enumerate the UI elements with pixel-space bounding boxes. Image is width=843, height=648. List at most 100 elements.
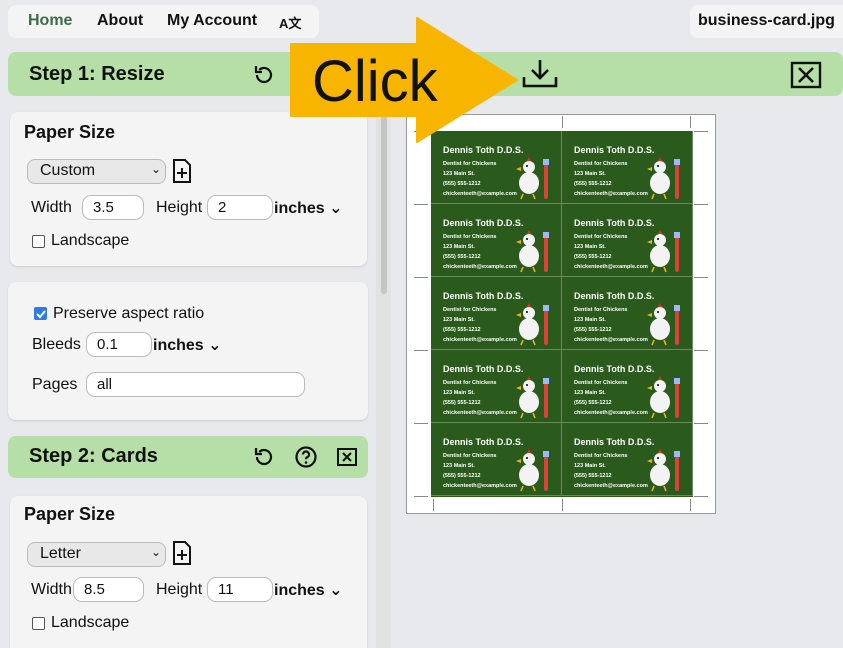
pages-input[interactable]: all [86, 372, 305, 397]
card-line-2: 123 Main St. [443, 463, 475, 469]
card-name: Dennis Toth D.D.S. [574, 145, 655, 155]
height-label: Height [156, 199, 203, 216]
card-name: Dennis Toth D.D.S. [574, 291, 655, 301]
card-line-1: Dentist for Chickens [443, 307, 497, 313]
cut-mark [562, 499, 563, 511]
landscape-checkbox[interactable] [32, 617, 45, 630]
landscape-checkbox[interactable] [32, 235, 45, 248]
reset-icon[interactable] [252, 63, 276, 87]
unit-select[interactable]: inches ⌄ [274, 198, 343, 218]
business-card: Dennis Toth D.D.S. Dentist for Chickens … [431, 423, 562, 496]
card-line-4: chickenteeth@example.com [443, 483, 517, 489]
chicken-dentist-icon [647, 303, 680, 346]
unit-select[interactable]: inches ⌄ [274, 580, 343, 600]
pages-label: Pages [32, 376, 78, 393]
business-card: Dennis Toth D.D.S. Dentist for Chickens … [562, 131, 693, 204]
landscape-label: Landscape [51, 232, 130, 249]
card-name: Dennis Toth D.D.S. [443, 218, 524, 228]
help-icon[interactable] [294, 445, 318, 469]
card-line-4: chickenteeth@example.com [443, 337, 517, 343]
business-card: Dennis Toth D.D.S. Dentist for Chickens … [562, 277, 693, 350]
chicken-dentist-icon [516, 449, 549, 492]
card-line-3: (555) 555-1212 [443, 400, 481, 406]
business-card: Dennis Toth D.D.S. Dentist for Chickens … [431, 350, 562, 423]
close-icon[interactable] [790, 61, 822, 89]
add-file-icon[interactable] [172, 158, 192, 184]
step2-header: Step 2: Cards [8, 436, 368, 478]
paper-size-title: Paper Size [24, 122, 116, 142]
card-line-1: Dentist for Chickens [443, 234, 497, 240]
card-line-4: chickenteeth@example.com [443, 191, 517, 197]
card-sheet: Dennis Toth D.D.S. Dentist for Chickens … [431, 131, 693, 497]
cut-mark [414, 496, 428, 497]
bleeds-label: Bleeds [32, 336, 81, 353]
bleeds-unit-select[interactable]: inches ⌄ [153, 335, 222, 355]
check-icon [36, 310, 46, 319]
card-name: Dennis Toth D.D.S. [443, 291, 524, 301]
card-line-3: (555) 555-1212 [443, 181, 481, 187]
top-nav: Home About My Account A文 [8, 5, 319, 38]
card-line-1: Dentist for Chickens [443, 380, 497, 386]
cut-mark [694, 496, 708, 497]
chevron-down-icon: ⌄ [150, 545, 161, 559]
paper-size-value: Letter [40, 545, 81, 562]
cut-mark [694, 350, 708, 351]
card-line-3: (555) 555-1212 [574, 181, 612, 187]
business-card: Dennis Toth D.D.S. Dentist for Chickens … [562, 423, 693, 496]
paper-size-select[interactable]: Custom ⌄ [27, 159, 166, 184]
step2-paper-panel: Paper Size Letter ⌄ Width 8.5 Height 11 … [10, 496, 367, 648]
nav-home-link[interactable]: Home [28, 12, 72, 30]
card-line-4: chickenteeth@example.com [574, 191, 648, 197]
download-icon[interactable] [521, 58, 559, 90]
card-line-2: 123 Main St. [574, 171, 606, 177]
cut-mark [694, 277, 708, 278]
step2-title: Step 2: Cards [29, 445, 158, 467]
height-label: Height [156, 581, 203, 598]
chicken-dentist-icon [647, 230, 680, 273]
card-line-2: 123 Main St. [574, 244, 606, 250]
card-name: Dennis Toth D.D.S. [574, 437, 655, 447]
height-input[interactable]: 2 [207, 195, 273, 220]
cut-mark [562, 116, 563, 128]
card-line-3: (555) 555-1212 [574, 400, 612, 406]
card-name: Dennis Toth D.D.S. [574, 218, 655, 228]
card-line-3: (555) 555-1212 [574, 254, 612, 260]
width-input[interactable]: 3.5 [82, 195, 144, 220]
business-card: Dennis Toth D.D.S. Dentist for Chickens … [431, 204, 562, 277]
width-label: Width [31, 581, 72, 598]
card-line-4: chickenteeth@example.com [443, 410, 517, 416]
bleeds-input[interactable]: 0.1 [86, 332, 152, 357]
add-file-icon[interactable] [172, 540, 192, 566]
card-line-3: (555) 555-1212 [443, 254, 481, 260]
close-icon[interactable] [336, 446, 358, 468]
paper-size-select[interactable]: Letter ⌄ [27, 542, 166, 567]
card-line-2: 123 Main St. [574, 317, 606, 323]
preserve-aspect-checkbox[interactable] [34, 307, 47, 320]
card-line-3: (555) 555-1212 [574, 327, 612, 333]
reset-icon[interactable] [252, 445, 276, 469]
card-line-2: 123 Main St. [443, 171, 475, 177]
cut-mark [414, 423, 428, 424]
card-line-4: chickenteeth@example.com [574, 410, 648, 416]
width-input[interactable]: 8.5 [73, 577, 144, 602]
cut-mark [694, 423, 708, 424]
height-input[interactable]: 11 [207, 577, 273, 602]
card-line-2: 123 Main St. [443, 244, 475, 250]
card-name: Dennis Toth D.D.S. [574, 364, 655, 374]
card-line-4: chickenteeth@example.com [574, 483, 648, 489]
landscape-label: Landscape [51, 614, 130, 631]
nav-my-account-link[interactable]: My Account [167, 12, 257, 30]
card-line-3: (555) 555-1212 [443, 473, 481, 479]
card-line-1: Dentist for Chickens [574, 161, 628, 167]
paper-size-title: Paper Size [24, 504, 116, 524]
nav-about-link[interactable]: About [97, 12, 143, 30]
cut-mark [433, 499, 434, 511]
card-line-2: 123 Main St. [574, 463, 606, 469]
width-label: Width [31, 199, 72, 216]
card-line-4: chickenteeth@example.com [443, 264, 517, 270]
cut-mark [414, 204, 428, 205]
card-line-1: Dentist for Chickens [574, 307, 628, 313]
card-line-3: (555) 555-1212 [443, 327, 481, 333]
card-line-4: chickenteeth@example.com [574, 264, 648, 270]
card-line-1: Dentist for Chickens [574, 380, 628, 386]
